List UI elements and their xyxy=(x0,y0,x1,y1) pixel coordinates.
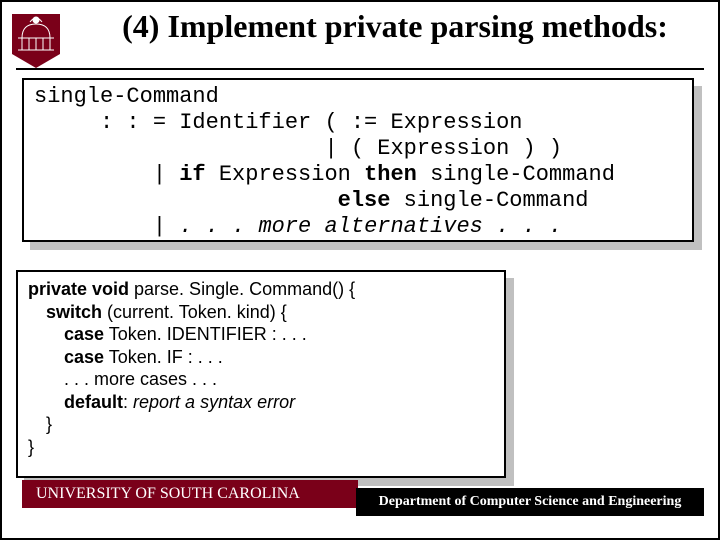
g-else: else xyxy=(338,188,391,213)
c-l4: case Token. IF : . . . xyxy=(28,346,494,369)
g-l3: | ( Expression ) ) xyxy=(34,136,562,161)
usc-logo xyxy=(12,14,60,68)
c-l3: case Token. IDENTIFIER : . . . xyxy=(28,323,494,346)
c-l2: switch (current. Token. kind) { xyxy=(28,301,494,324)
c-l5: . . . more cases . . . xyxy=(28,368,494,391)
g-l4c: single-Command xyxy=(417,162,615,187)
g-l2: : : = Identifier ( := Expression xyxy=(34,110,522,135)
footer-university: UNIVERSITY OF SOUTH CAROLINA xyxy=(22,480,358,508)
g-l5b: single-Command xyxy=(390,188,588,213)
code-box: private void parse. Single. Command() { … xyxy=(16,270,506,478)
footer-department: Department of Computer Science and Engin… xyxy=(356,488,704,516)
g-more: . . . more alternatives . . . xyxy=(179,214,562,239)
title-rule xyxy=(16,68,704,70)
c-l6: default: report a syntax error xyxy=(28,391,494,414)
slide-title: (4) Implement private parsing methods: xyxy=(92,8,698,45)
g-l1: single-Command xyxy=(34,84,219,109)
g-l4b: Expression xyxy=(206,162,364,187)
slide: (4) Implement private parsing methods: s… xyxy=(0,0,720,540)
g-l5a xyxy=(34,188,338,213)
g-then: then xyxy=(364,162,417,187)
g-if: if xyxy=(179,162,205,187)
c-l8: } xyxy=(28,436,494,459)
grammar-box: single-Command : : = Identifier ( := Exp… xyxy=(22,78,694,242)
g-l4a: | xyxy=(34,162,179,187)
c-l1: private void parse. Single. Command() { xyxy=(28,278,494,301)
g-l6a: | xyxy=(34,214,179,239)
c-l7: } xyxy=(28,413,494,436)
